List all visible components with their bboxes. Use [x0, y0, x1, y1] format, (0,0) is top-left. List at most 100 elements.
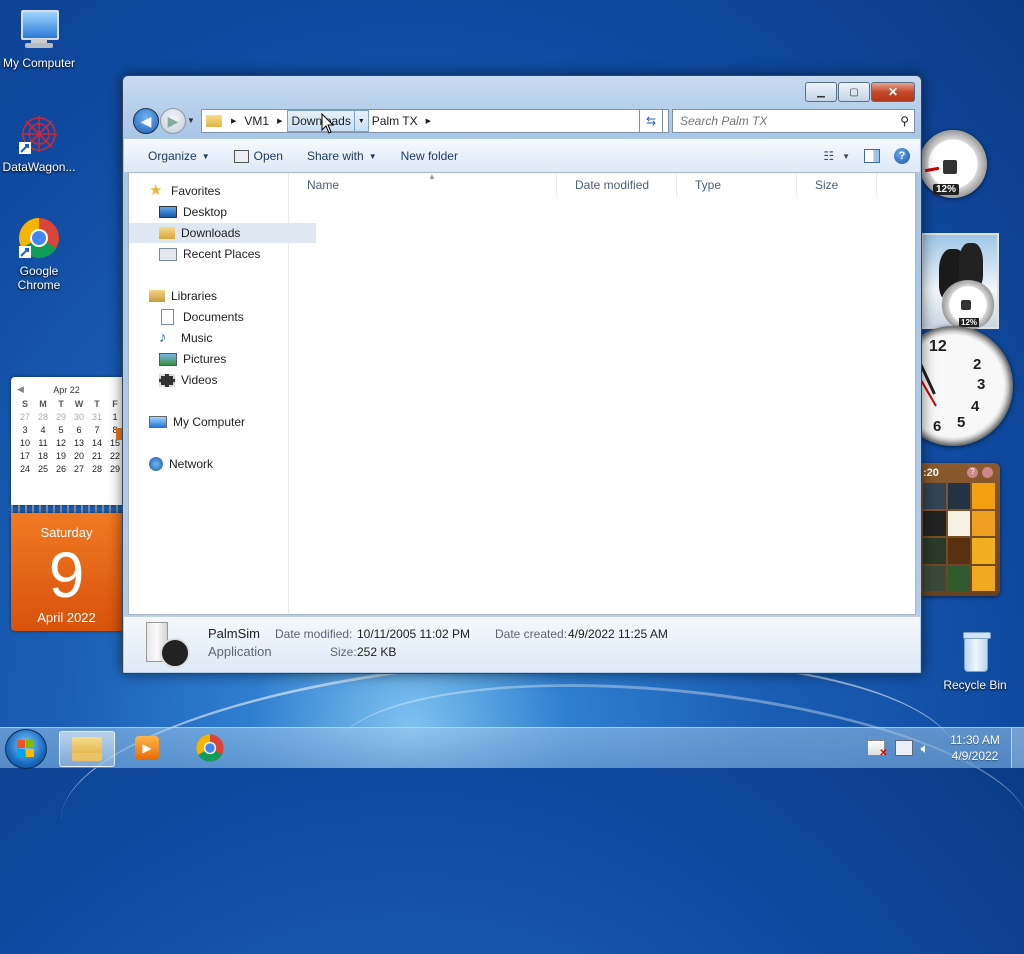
explorer-window[interactable]: ▁ ▢ ✕ ◀ ▶ ▼ ▶ VM1 ▶ Downloads ▼ Palm TX … — [122, 75, 922, 674]
calendar-day[interactable]: 28 — [34, 412, 52, 423]
calendar-day[interactable]: 24 — [16, 464, 34, 475]
nav-videos[interactable]: Videos — [129, 370, 316, 390]
puzzle-help-icon[interactable]: ? — [967, 467, 978, 478]
calendar-day[interactable]: 5 — [52, 425, 70, 436]
action-center-flag-icon[interactable]: ✕ — [866, 740, 888, 759]
clock-gadget[interactable]: 12 2 3 4 5 6 — [893, 326, 1013, 448]
column-name[interactable]: Name — [289, 173, 557, 197]
detail-file-name: PalmSim — [208, 626, 261, 641]
taskbar-clock[interactable]: 11:30 AM 4/9/2022 — [939, 732, 1011, 764]
volume-icon[interactable]: 🔈︎ — [921, 740, 929, 757]
change-view-button[interactable]: ☷ ▼ — [823, 149, 850, 163]
nav-favorites[interactable]: ★ Favorites — [129, 181, 306, 201]
desktop-icon-recycle-bin[interactable]: Recycle Bin — [933, 630, 1017, 692]
nav-desktop[interactable]: Desktop — [129, 202, 316, 222]
calendar-day[interactable]: 27 — [70, 464, 88, 475]
network-tray-icon[interactable] — [894, 740, 913, 756]
nav-music[interactable]: ♪ Music — [129, 328, 316, 348]
nav-recent-places[interactable]: Recent Places — [129, 244, 316, 264]
organize-button[interactable]: Organize ▼ — [124, 149, 222, 163]
column-date-modified[interactable]: Date modified — [557, 173, 677, 197]
application-icon — [146, 622, 190, 668]
calendar-day[interactable]: 29 — [52, 412, 70, 423]
calendar-day[interactable]: 19 — [52, 451, 70, 462]
nav-pictures[interactable]: Pictures — [129, 349, 316, 369]
search-icon[interactable]: ⚲ — [900, 114, 909, 128]
calendar-day[interactable]: 20 — [70, 451, 88, 462]
calendar-day[interactable]: 30 — [70, 412, 88, 423]
calendar-day[interactable]: 12 — [52, 438, 70, 449]
picture-puzzle-gadget[interactable]: :20 ? — [921, 463, 1000, 596]
detail-date-created: 4/9/2022 11:25 AM — [568, 627, 668, 641]
calendar-day[interactable]: 25 — [34, 464, 52, 475]
calendar-gadget[interactable]: ◀ Apr 22 S M T W T F 27 28 29 30 31 1 3 4 5 6 7 8 10 11 12 13… — [11, 377, 122, 633]
puzzle-grid[interactable] — [923, 483, 995, 591]
new-folder-button[interactable]: New folder — [389, 149, 470, 163]
minimize-button[interactable]: ▁ — [805, 82, 837, 102]
search-input[interactable] — [673, 113, 892, 129]
calendar-day[interactable]: 28 — [88, 464, 106, 475]
help-icon[interactable]: ? — [894, 148, 910, 164]
nav-label: Music — [181, 331, 213, 345]
breadcrumb-vm1[interactable]: VM1 — [241, 111, 272, 131]
downloads-folder-icon — [159, 227, 175, 239]
calendar-header: ◀ Apr 22 — [11, 377, 122, 399]
breadcrumb-arrow-icon[interactable]: ▶ — [272, 117, 287, 125]
documents-icon — [161, 309, 174, 325]
calendar-day[interactable]: 3 — [16, 425, 34, 436]
breadcrumb-palm-tx[interactable]: Palm TX — [369, 111, 421, 131]
search-box[interactable]: ⚲ — [672, 109, 915, 133]
maximize-button[interactable]: ▢ — [838, 82, 870, 102]
start-button[interactable] — [5, 729, 47, 769]
calendar-day[interactable]: 14 — [88, 438, 106, 449]
recent-pages-dropdown[interactable]: ▼ — [187, 116, 195, 125]
calendar-weekday-header: S — [21, 399, 28, 409]
breadcrumb-dropdown-icon[interactable]: ▼ — [353, 110, 369, 132]
calendar-day[interactable]: 17 — [16, 451, 34, 462]
show-desktop-button[interactable] — [1011, 728, 1024, 768]
calendar-month-label: Apr 22 — [53, 385, 80, 395]
details-pane: PalmSim Application Date modified: 10/11… — [124, 616, 920, 672]
file-list[interactable]: ▲ Name Date modified Type Size — [289, 172, 915, 614]
forward-button[interactable]: ▶ — [160, 108, 186, 134]
column-size[interactable]: Size — [797, 173, 877, 197]
calendar-day[interactable]: 13 — [70, 438, 88, 449]
share-with-button[interactable]: Share with ▼ — [295, 149, 389, 163]
nav-network[interactable]: Network — [129, 454, 306, 474]
refresh-button[interactable]: ⇆ — [639, 109, 663, 133]
taskbar-media-player[interactable]: ▶ — [120, 731, 174, 765]
calendar-day[interactable]: 31 — [88, 412, 106, 423]
nav-documents[interactable]: Documents — [129, 307, 316, 327]
breadcrumb-arrow-icon[interactable]: ▶ — [226, 117, 241, 125]
column-type[interactable]: Type — [677, 173, 797, 197]
calendar-day[interactable]: 10 — [16, 438, 34, 449]
calendar-day[interactable]: 26 — [52, 464, 70, 475]
open-button[interactable]: Open — [222, 149, 295, 163]
preview-pane-button[interactable] — [864, 149, 880, 163]
calendar-day[interactable]: 11 — [34, 438, 52, 449]
nav-downloads[interactable]: Downloads — [129, 223, 316, 243]
desktop-icon-google-chrome[interactable]: Google Chrome — [0, 216, 81, 292]
calendar-day[interactable]: 4 — [34, 425, 52, 436]
calendar-day[interactable]: 27 — [16, 412, 34, 423]
navigation-pane[interactable]: ★ Favorites Desktop Downloads Recent Pla… — [129, 173, 316, 614]
nav-my-computer[interactable]: My Computer — [129, 412, 306, 432]
calendar-day[interactable]: 21 — [88, 451, 106, 462]
calendar-day[interactable]: 6 — [70, 425, 88, 436]
desktop-icon-datawagon[interactable]: DataWagon... — [0, 112, 81, 174]
cpu-meter-gadget[interactable]: 12% — [919, 128, 989, 218]
calendar-day[interactable]: 18 — [34, 451, 52, 462]
address-bar[interactable]: ▶ VM1 ▶ Downloads ▼ Palm TX ▶ ▼ — [201, 109, 669, 133]
taskbar-explorer[interactable] — [59, 731, 115, 767]
close-button[interactable]: ✕ — [871, 82, 915, 102]
desktop-icon-my-computer[interactable]: My Computer — [0, 8, 81, 70]
puzzle-reset-icon[interactable] — [982, 467, 993, 478]
taskbar-chrome[interactable] — [183, 731, 237, 765]
back-button[interactable]: ◀ — [133, 108, 159, 134]
prev-month-icon[interactable]: ◀ — [17, 384, 24, 395]
nav-libraries[interactable]: Libraries — [129, 286, 306, 306]
breadcrumb-arrow-icon[interactable]: ▶ — [421, 117, 436, 125]
chevron-down-icon: ▼ — [201, 151, 210, 161]
calendar-day[interactable]: 7 — [88, 425, 106, 436]
nav-label: My Computer — [173, 415, 246, 429]
